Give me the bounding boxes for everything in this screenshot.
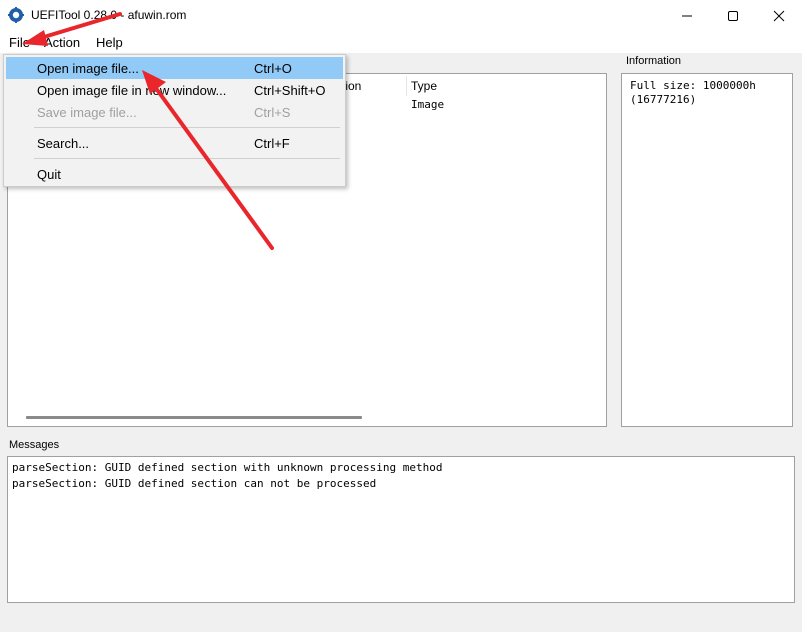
file-menu-dropdown: Open image file... Ctrl+O Open image fil… <box>3 54 346 187</box>
maximize-icon <box>728 10 738 21</box>
information-panel[interactable]: Full size: 1000000h (16777216) <box>621 73 793 427</box>
menu-item-label: Quit <box>37 167 61 182</box>
close-button[interactable] <box>756 0 802 31</box>
title-bar: UEFITool 0.28.0 - afuwin.rom <box>0 0 802 31</box>
menu-bar: File Action Help <box>0 31 802 53</box>
menu-item-label: Open image file in new window... <box>37 83 227 98</box>
menu-item-save-image: Save image file... Ctrl+S <box>6 101 343 123</box>
menu-item-open-image-new-window[interactable]: Open image file in new window... Ctrl+Sh… <box>6 79 343 101</box>
message-line[interactable]: parseSection: GUID defined section can n… <box>12 477 376 490</box>
menu-separator <box>34 127 340 128</box>
menu-item-shortcut: Ctrl+S <box>254 105 291 120</box>
information-text: Full size: 1000000h (16777216) <box>630 79 756 106</box>
menu-item-label: Search... <box>37 136 90 151</box>
menu-item-open-image[interactable]: Open image file... Ctrl+O <box>6 57 343 79</box>
menu-item-search[interactable]: Search... Ctrl+F <box>6 132 343 154</box>
close-icon <box>773 10 785 21</box>
messages-panel[interactable]: parseSection: GUID defined section with … <box>7 456 795 603</box>
menu-help[interactable]: Help <box>96 35 123 50</box>
menu-file[interactable]: File <box>9 35 30 50</box>
minimize-icon <box>682 15 692 16</box>
menu-action[interactable]: Action <box>44 35 80 50</box>
column-divider[interactable] <box>406 76 407 96</box>
maximize-button[interactable] <box>710 0 756 31</box>
tree-row-type[interactable]: Image <box>411 98 444 111</box>
menu-item-shortcut: Ctrl+F <box>254 136 290 151</box>
column-header-type[interactable]: Type <box>411 79 437 93</box>
information-label: Information <box>626 55 682 67</box>
menu-item-label: Save image file... <box>37 105 137 120</box>
message-line[interactable]: parseSection: GUID defined section with … <box>12 461 442 474</box>
minimize-button[interactable] <box>664 0 710 31</box>
menu-item-shortcut: Ctrl+Shift+O <box>254 83 326 98</box>
menu-separator <box>34 158 340 159</box>
horizontal-scrollbar[interactable] <box>26 416 362 419</box>
menu-item-label: Open image file... <box>37 61 139 76</box>
uefitool-app-icon <box>8 7 24 23</box>
messages-label: Messages <box>9 439 60 451</box>
menu-item-quit[interactable]: Quit <box>6 163 343 185</box>
window-title: UEFITool 0.28.0 - afuwin.rom <box>31 8 187 22</box>
menu-item-shortcut: Ctrl+O <box>254 61 292 76</box>
